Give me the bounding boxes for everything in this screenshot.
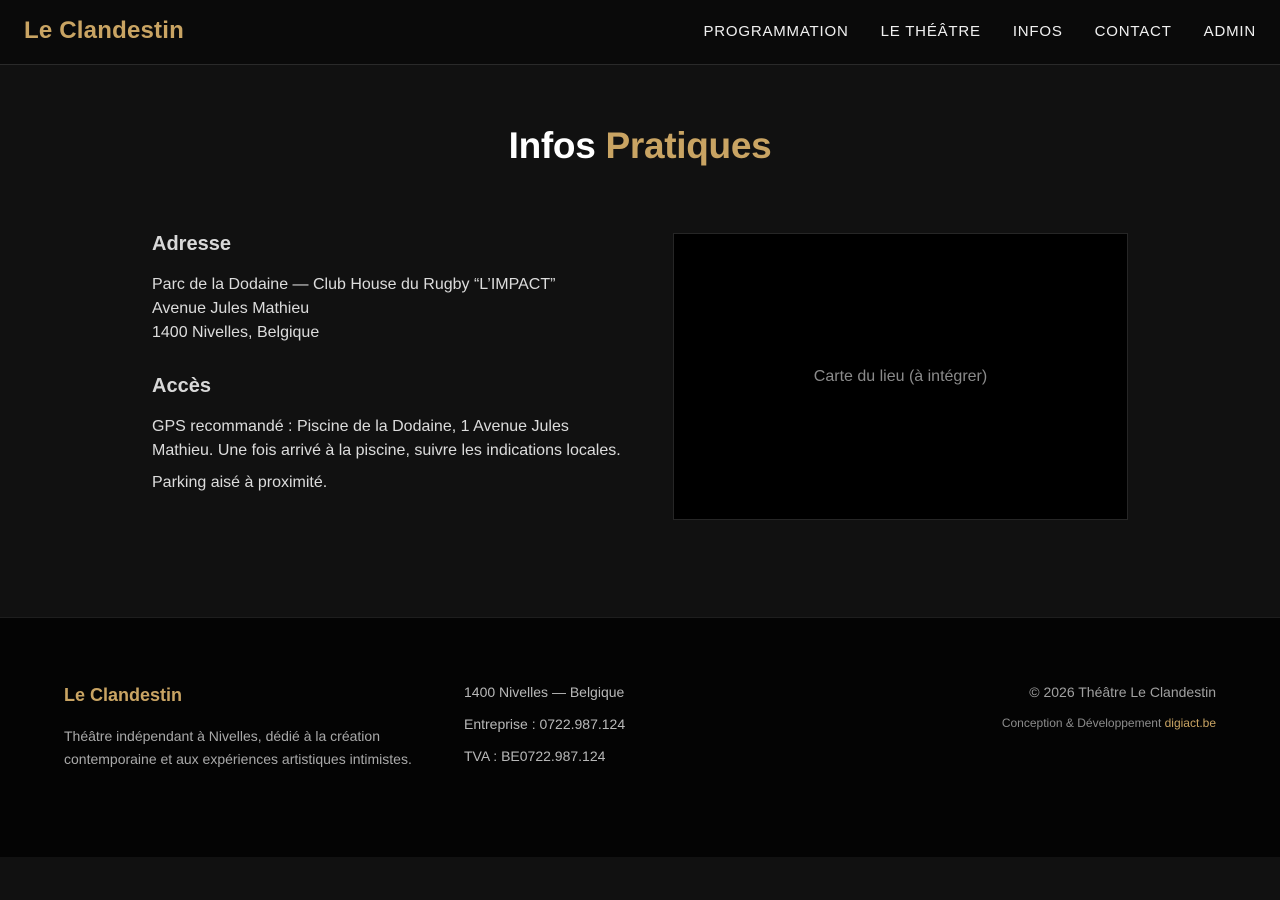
nav-programmation[interactable]: PROGRAMMATION <box>703 22 848 42</box>
map-placeholder-text: Carte du lieu (à intégrer) <box>813 367 988 385</box>
nav-contact[interactable]: CONTACT <box>1095 22 1172 42</box>
address-heading: Adresse <box>152 233 231 255</box>
map-placeholder-box: Carte du lieu (à intégrer) <box>673 233 1128 520</box>
address-block: Adresse Parc de la Dodaine — Club House … <box>152 233 622 345</box>
footer-company-number: Entreprise : 0722.987.124 <box>464 716 626 732</box>
footer-legal: © 2026 Théâtre Le Clandestin Conception … <box>1002 682 1216 730</box>
page-title: Infos Pratiques <box>0 125 1280 167</box>
footer-tagline: Théâtre indépendant à Nivelles, dédié à … <box>64 728 412 767</box>
address-line-1: Parc de la Dodaine — Club House du Rugby… <box>152 276 556 293</box>
info-column: Adresse Parc de la Dodaine — Club House … <box>152 233 622 503</box>
access-block: Accès GPS recommandé : Piscine de la Dod… <box>152 375 622 495</box>
nav-infos[interactable]: INFOS <box>1013 22 1063 42</box>
page-title-accent: Pratiques <box>605 125 772 166</box>
access-heading: Accès <box>152 375 211 397</box>
nav-admin[interactable]: ADMIN <box>1204 22 1256 42</box>
footer-credit-prefix: Conception & Développement <box>1001 716 1162 730</box>
page-title-plain: Infos <box>508 125 596 166</box>
main-nav: PROGRAMMATION LE THÉÂTRE INFOS CONTACT A… <box>671 22 1256 42</box>
footer-credit-link[interactable]: digiact.be <box>1165 716 1216 730</box>
nav-le-theatre[interactable]: LE THÉÂTRE <box>881 22 981 42</box>
site-logo[interactable]: Le Clandestin <box>24 17 184 45</box>
site-footer: Le Clandestin Théâtre indépendant à Nive… <box>0 617 1280 857</box>
footer-copyright: © 2026 Théâtre Le Clandestin <box>1029 684 1216 700</box>
footer-credit: Conception & Développement digiact.be <box>1002 716 1216 730</box>
site-header: Le Clandestin PROGRAMMATION LE THÉÂTRE I… <box>0 0 1280 65</box>
access-parking-text: Parking aisé à proximité. <box>152 474 328 491</box>
footer-brand: Le Clandestin <box>64 685 183 705</box>
footer-company-info: 1400 Nivelles — Belgique Entreprise : 07… <box>464 682 625 778</box>
footer-vat: TVA : BE0722.987.124 <box>464 748 606 764</box>
address-line-2: Avenue Jules Mathieu <box>152 300 310 317</box>
access-gps-text: GPS recommandé : Piscine de la Dodaine, … <box>152 418 621 459</box>
footer-location: 1400 Nivelles — Belgique <box>464 684 625 700</box>
address-line-3: 1400 Nivelles, Belgique <box>152 324 320 341</box>
